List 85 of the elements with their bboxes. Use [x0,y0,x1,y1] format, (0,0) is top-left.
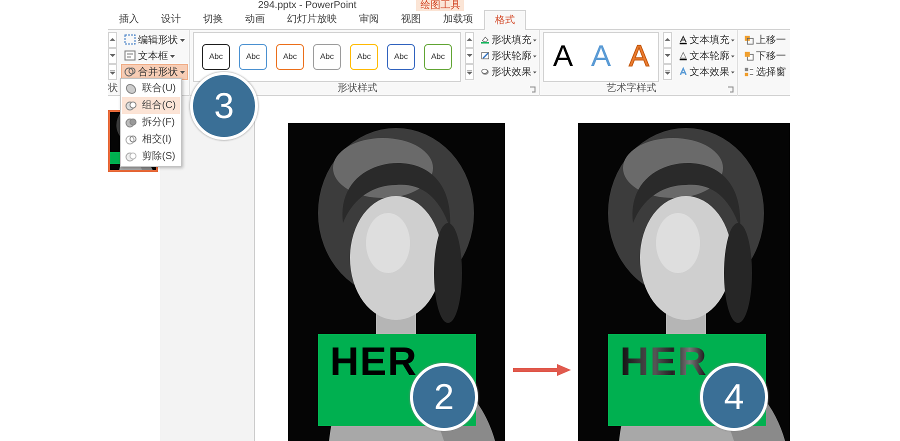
caret-icon [533,38,537,42]
gallery-up-button[interactable] [663,32,672,48]
ribbon-command[interactable]: 形状效果 [478,64,540,80]
style-preset[interactable]: Abc [387,44,415,70]
ribbon-command[interactable]: 下移一 [741,48,789,64]
menu-item[interactable]: 拆分(F) [122,114,180,131]
caret-icon [533,70,537,74]
caret-icon [533,54,537,58]
up-caret-icon [664,37,671,43]
shapes-icon [125,100,137,112]
up-caret-icon [109,37,116,43]
shapes-icon [125,150,137,162]
context-tab-label: 绘图工具 [416,0,464,11]
shapes-icon [125,82,137,94]
ribbon-command[interactable]: 文本效果 [676,64,738,80]
style-preset[interactable]: Abc [202,44,230,70]
gallery-more-button[interactable] [108,64,117,80]
style-preset[interactable]: Abc [313,44,341,70]
letter-a-icon [679,34,688,46]
gallery-down-button[interactable] [465,48,474,64]
down-caret-icon [664,53,671,59]
down-caret-icon [466,53,473,59]
gallery-more-button[interactable] [465,64,474,80]
menu-item[interactable]: 剪除(S) [122,148,180,165]
ribbon-command[interactable]: 选择窗 [741,64,789,80]
wordart-preset[interactable]: A [544,37,582,77]
shape-effect-icon [481,66,490,78]
ribbon-command[interactable]: 文本轮廓 [676,48,738,64]
ribbon-command[interactable]: 文本填充 [676,32,738,48]
style-preset[interactable]: Abc [424,44,452,70]
ribbon-command[interactable]: 形状轮廓 [478,48,540,64]
style-preset[interactable]: Abc [276,44,304,70]
shapes-icon [125,116,137,128]
gallery-down-button[interactable] [663,48,672,64]
pencil-icon [481,50,490,62]
group-label: 状 [108,83,118,95]
bring-forward-icon [744,34,754,46]
menu-item[interactable]: 联合(U) [122,80,180,97]
paint-bucket-icon [481,34,490,46]
group-label: 艺术字样式 [606,83,658,95]
expand-caret-icon [109,69,116,75]
arrow-drawing [512,363,570,377]
ribbon-tab[interactable]: 视图 [390,10,432,29]
up-caret-icon [466,37,473,43]
selection-pane-icon [744,66,754,78]
glowing-letter-icon [679,66,688,78]
gallery-more-button[interactable] [663,64,672,80]
caret-icon [180,70,185,74]
caret-icon [170,54,175,58]
ribbon-command[interactable]: 形状填充 [478,32,540,48]
ribbon-command[interactable]: 文本框 [121,48,188,64]
ribbon-tab[interactable]: 切换 [192,10,234,29]
expand-caret-icon [664,69,671,75]
ribbon-tab[interactable]: 幻灯片放映 [276,10,348,29]
dialog-launcher-icon[interactable] [529,86,536,93]
ribbon-tab[interactable]: 插入 [108,10,150,29]
ribbon-command[interactable]: 编辑形状 [121,32,188,48]
caret-icon [731,54,735,58]
gallery-down-button[interactable] [108,48,117,64]
shapes-icon [125,134,137,146]
menu-item[interactable]: 相交(I) [122,131,180,148]
menu-item[interactable]: 组合(C) [122,97,180,114]
ribbon-tab[interactable]: 设计 [150,10,192,29]
ribbon-tab[interactable]: 加载项 [432,10,484,29]
gallery-up-button[interactable] [465,32,474,48]
caret-icon [731,38,735,42]
ribbon-tab[interactable]: 动画 [234,10,276,29]
style-preset[interactable]: Abc [239,44,267,70]
ribbon-command[interactable]: 上移一 [741,32,789,48]
caret-icon [180,38,185,42]
circles-icon [124,66,136,78]
ribbon-tab[interactable]: 格式 [484,10,526,30]
ribbon-tab[interactable]: 审阅 [348,10,390,29]
style-preset[interactable]: Abc [350,44,378,70]
dotted-square-icon [124,34,136,46]
expand-caret-icon [466,69,473,75]
send-backward-icon [744,50,754,62]
outlined-letter-icon [679,50,688,62]
text-box-icon [124,50,136,62]
caret-icon [731,70,735,74]
document-title: 294.pptx - PowerPoint [258,0,356,11]
group-label: 形状样式 [336,83,378,95]
gallery-up-button[interactable] [108,32,117,48]
dialog-launcher-icon[interactable] [727,86,734,93]
down-caret-icon [109,53,116,59]
